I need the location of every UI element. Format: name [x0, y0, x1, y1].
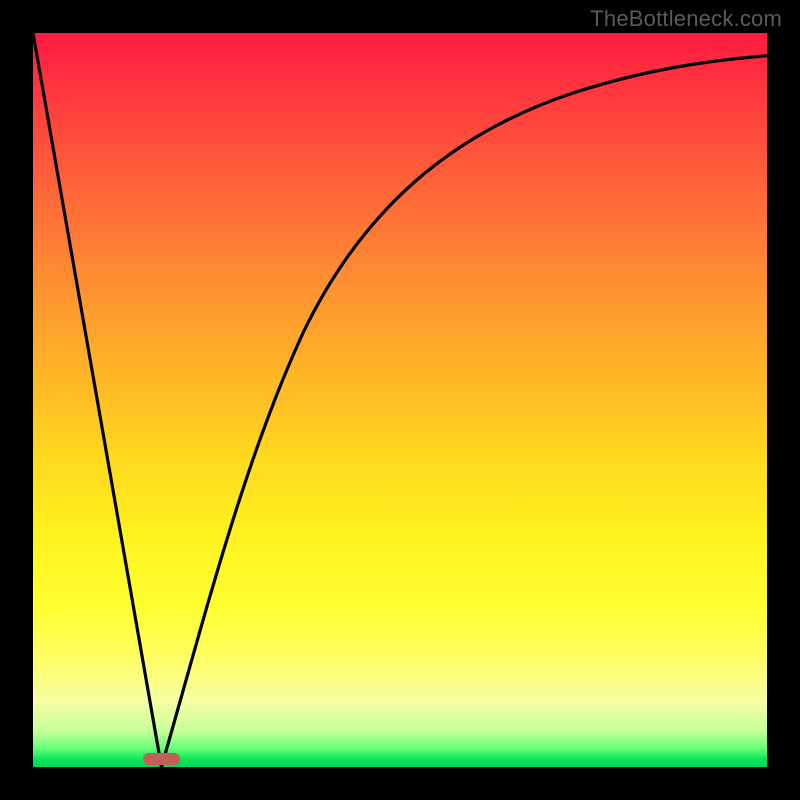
chart-frame: TheBottleneck.com	[0, 0, 800, 800]
bottleneck-curve	[33, 33, 767, 767]
optimal-marker	[143, 753, 180, 765]
attribution-text: TheBottleneck.com	[590, 6, 782, 32]
curve-layer	[33, 33, 767, 767]
plot-area	[33, 33, 767, 767]
